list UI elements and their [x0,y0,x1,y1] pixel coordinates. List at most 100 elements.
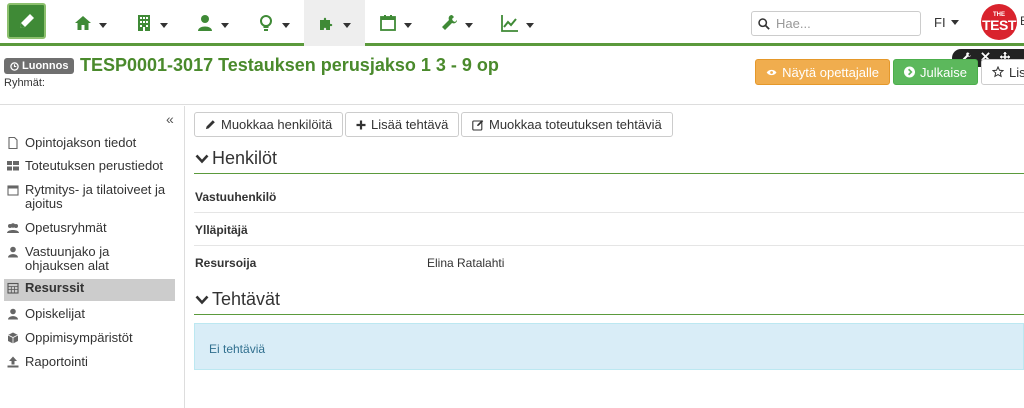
cube-icon [7,332,19,344]
show-to-teacher-label: Näytä opettajalle [782,64,879,80]
eye-icon [766,69,777,75]
sidebar-item-label: Opiskelijat [25,306,85,321]
edit-tasks-label: Muokkaa toteutuksen tehtäviä [489,117,662,132]
collapse-sidebar-icon[interactable]: « [166,111,174,127]
publish-button[interactable]: Julkaise [893,59,978,85]
add-task-button[interactable]: Lisää tehtävä [345,112,460,137]
chevron-down-icon [195,154,209,163]
calendar-grid-icon [7,282,19,294]
edit-icon [472,119,484,131]
user-icon [198,15,212,31]
row-label: Resursoija [195,256,257,270]
add-task-label: Lisää tehtävä [371,117,449,132]
table-row: Resursoija Elina Ratalahti [194,245,1024,278]
page-title: TESP0001-3017 Testauksen perusjakso 1 3 … [80,55,499,75]
star-icon [992,66,1004,78]
edit-persons-label: Muokkaa henkilöitä [221,117,333,132]
sidebar-item-learning-environments[interactable]: Oppimisympäristöt [4,329,175,347]
building-icon [138,15,150,31]
plus-icon [356,120,366,129]
chevron-down-icon [99,22,107,28]
chevron-down-icon [221,22,229,28]
row-label: Ylläpitäjä [195,223,248,237]
sidebar-item-resources[interactable]: Resurssit [4,279,175,301]
nav-user[interactable] [182,0,243,46]
lightbulb-icon [260,15,272,31]
calendar-icon [380,15,396,31]
sidebar-item-teaching-groups[interactable]: Opetusryhmät [4,219,175,237]
edit-persons-button[interactable]: Muokkaa henkilöitä [194,112,344,137]
sidebar-item-reporting[interactable]: Raportointi [4,353,175,371]
nav-chart[interactable] [487,0,548,46]
user-icon [8,308,18,320]
pencil-icon [205,120,215,130]
sidebar-item-label: Raportointi [25,354,88,369]
calendar-icon [7,185,19,196]
persons-section-header[interactable]: Henkilöt [195,148,277,169]
line-chart-icon [501,15,518,32]
nav-wrench[interactable] [426,0,487,46]
table-row: Vastuuhenkilö [194,180,1024,213]
sidebar-item-students[interactable]: Opiskelijat [4,305,175,323]
chevron-down-icon [404,22,412,28]
nav-calendar[interactable] [365,0,426,46]
brand-logo[interactable]: THE TEST [981,4,1017,40]
grid-icon [7,161,19,171]
table-row: Ylläpitäjä [194,212,1024,245]
nav-home[interactable] [60,0,121,46]
chevron-down-icon [950,20,959,25]
edit-tasks-button[interactable]: Muokkaa toteutuksen tehtäviä [461,112,673,137]
sidebar-item-label: Toteutuksen perustiedot [25,158,164,173]
persons-section-title: Henkilöt [212,148,278,168]
sidebar-item-responsibilities[interactable]: Vastuunjako ja ohjauksen alat [4,243,175,275]
top-navigation-bar: FI THE TEST E [0,0,1024,46]
search-icon [758,17,770,30]
empty-tasks-notice: Ei tehtäviä [194,323,1024,370]
language-selector[interactable]: FI [934,15,959,30]
nav-puzzle[interactable] [304,0,365,46]
brand-test: TEST [982,17,1016,33]
app-logo-pencil-icon[interactable] [7,3,46,39]
sidebar-item-label: Opetusryhmät [25,220,107,235]
search-input[interactable] [776,16,916,31]
status-badge-label: Luonnos [22,60,69,72]
nav-lightbulb[interactable] [243,0,304,46]
chevron-down-icon [465,22,473,28]
arrow-circle-right-icon [904,66,916,78]
show-to-teacher-button[interactable]: Näytä opettajalle [755,59,890,85]
status-badge: Luonnos [4,58,75,74]
sidebar-item-label: Rytmitys- ja tilatoiveet ja ajoitus [25,182,166,211]
user-icon [8,246,18,258]
clock-icon [10,61,19,71]
file-icon [8,137,18,149]
chevron-down-icon [343,22,351,28]
list-button[interactable]: Lis [981,59,1024,85]
language-label: FI [934,15,946,30]
chevron-down-icon [282,22,290,28]
chevron-down-icon [160,22,168,28]
chevron-down-icon [526,22,534,28]
publish-label: Julkaise [920,64,967,80]
sidebar-item-basic-info[interactable]: Toteutuksen perustiedot [4,157,175,175]
tasks-section-header[interactable]: Tehtävät [195,289,280,310]
users-icon [7,223,19,233]
list-label: Lis [1009,64,1024,80]
row-value: Elina Ratalahti [427,256,505,270]
header-divider [0,104,1024,105]
puzzle-icon [320,17,333,30]
persons-section-divider [194,173,1024,174]
brand-extra-text: E [1020,14,1024,28]
sidebar-item-course-info[interactable]: Opintojakson tiedot [4,134,175,152]
sidebar-item-label: Resurssit [25,280,85,295]
row-label: Vastuuhenkilö [195,190,277,204]
wrench-icon [442,15,457,30]
main-nav [60,0,548,46]
sidebar-item-label: Oppimisympäristöt [25,330,133,345]
upload-icon [7,356,19,368]
nav-building[interactable] [121,0,182,46]
sidebar-item-label: Opintojakson tiedot [25,135,137,150]
groups-label: Ryhmät: [4,77,45,89]
empty-tasks-text: Ei tehtäviä [209,342,266,356]
sidebar-item-scheduling[interactable]: Rytmitys- ja tilatoiveet ja ajoitus [4,181,175,213]
search-box[interactable] [751,11,921,36]
